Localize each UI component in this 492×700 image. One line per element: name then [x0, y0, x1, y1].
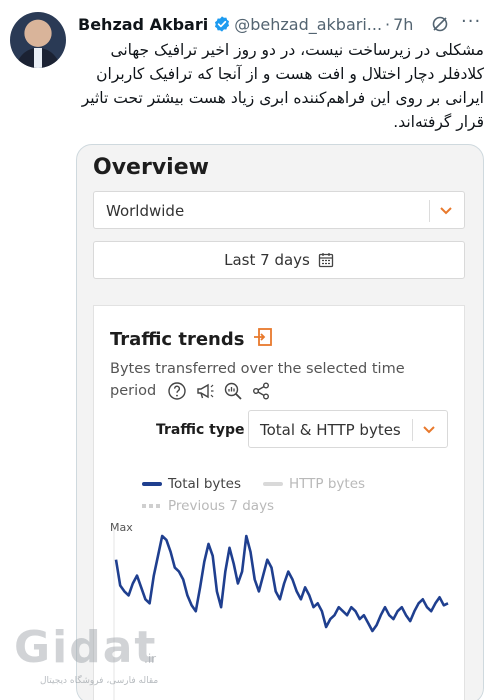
verified-badge-icon	[213, 15, 231, 33]
watermark-tagline: مقاله فارسی، فروشگاه دیجیتال	[40, 676, 159, 686]
tweet-time[interactable]: 7h	[393, 15, 413, 34]
traffic-type-select[interactable]: Total & HTTP bytes	[248, 410, 448, 448]
legend-label-previous: Previous 7 days	[168, 498, 275, 514]
overview-title: Overview	[93, 155, 209, 180]
series-line-total-bytes	[114, 534, 449, 633]
traffic-type-label: Traffic type	[156, 422, 245, 438]
legend-item-total-bytes[interactable]: Total bytes	[142, 476, 241, 492]
traffic-trends-description: Bytes transferred over the selected time…	[110, 358, 440, 402]
traffic-type-value: Total & HTTP bytes	[260, 421, 401, 439]
open-link-icon[interactable]	[252, 326, 274, 353]
chevron-down-icon	[438, 198, 454, 226]
date-range-picker[interactable]: Last 7 days	[93, 241, 465, 279]
select-divider	[429, 200, 430, 222]
author-avatar[interactable]	[10, 12, 66, 68]
legend-label-total: Total bytes	[168, 476, 242, 492]
chart-legend: Total bytes HTTP bytes Previous 7 days	[142, 474, 462, 518]
legend-item-previous[interactable]: Previous 7 days	[142, 498, 274, 514]
legend-swatch-previous	[142, 504, 162, 508]
chevron-down-icon	[421, 417, 437, 445]
legend-swatch-http	[263, 482, 284, 486]
tweet-text: مشکلی در زیرساخت نیست، در دو روز اخیر تر…	[81, 41, 484, 131]
watermark-tld: .ir	[144, 652, 157, 666]
traffic-chart	[113, 530, 449, 700]
analytics-search-icon[interactable]	[223, 381, 243, 401]
region-select-value: Worldwide	[106, 202, 185, 220]
watermark-logo: Gidat	[14, 622, 158, 673]
author-name[interactable]: Behzad Akbari	[78, 15, 208, 34]
tweet-media-image[interactable]: Overview Worldwide Last 7 days Traffic t…	[76, 144, 484, 700]
traffic-trends-title: Traffic trends	[110, 329, 245, 350]
legend-item-http-bytes[interactable]: HTTP bytes	[263, 476, 365, 492]
traffic-trends-heading: Traffic trends	[110, 326, 274, 353]
more-options-icon[interactable]: ···	[461, 11, 481, 32]
legend-swatch-total	[142, 482, 162, 486]
share-icon[interactable]	[251, 381, 271, 401]
legend-label-http: HTTP bytes	[289, 476, 366, 492]
date-range-label: Last 7 days	[224, 251, 310, 269]
separator-dot: ·	[385, 14, 391, 34]
avatar-shirt	[34, 48, 42, 68]
calendar-icon	[318, 252, 334, 268]
author-handle[interactable]: @behzad_akbari...	[234, 15, 382, 34]
announcement-icon[interactable]	[195, 381, 215, 401]
help-icon[interactable]	[167, 381, 187, 401]
region-select[interactable]: Worldwide	[93, 191, 465, 229]
tweet-header: Behzad Akbari @behzad_akbari... · 7h ···	[78, 11, 481, 36]
select-divider	[412, 419, 413, 441]
grok-icon[interactable]	[430, 14, 450, 34]
